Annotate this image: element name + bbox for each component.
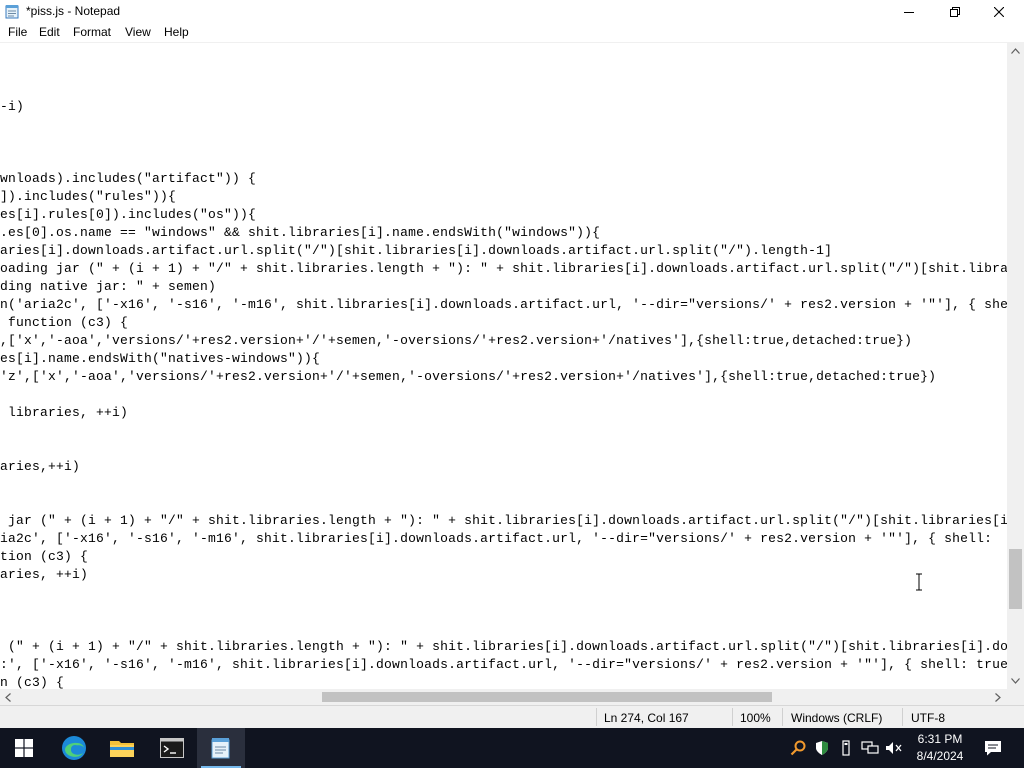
taskbar: 6:31 PM 8/4/2024: [0, 728, 1024, 768]
menu-view[interactable]: View: [125, 25, 151, 39]
status-divider: [782, 708, 783, 726]
edge-button[interactable]: [50, 728, 98, 768]
code-line: wnloads).includes("artifact")) {: [0, 171, 257, 186]
code-line: es[i].name.endsWith("natives-windows")){: [0, 351, 321, 366]
code-line: es[i].rules[0]).includes("os")){: [0, 207, 257, 222]
code-line: ia2c', ['-x16', '-s16', '-m16', shit.lib…: [0, 531, 993, 546]
notepad-icon: [5, 4, 19, 19]
start-button[interactable]: [0, 728, 48, 768]
edge-icon: [62, 736, 86, 760]
window-title: *piss.js - Notepad: [26, 4, 121, 18]
scroll-right-icon[interactable]: [992, 691, 1004, 703]
code-line: function (c3) {: [0, 315, 129, 330]
close-icon: [994, 6, 1004, 17]
status-bar: Ln 274, Col 167 100% Windows (CRLF) UTF-…: [0, 705, 1024, 728]
scroll-left-icon[interactable]: [2, 691, 14, 703]
close-button[interactable]: [976, 0, 1022, 23]
menu-file[interactable]: File: [8, 25, 27, 39]
scroll-down-icon[interactable]: [1010, 675, 1021, 686]
code-line: ding native jar: " + semen): [0, 279, 217, 294]
code-line: n (c3) {: [0, 675, 65, 690]
terminal-button[interactable]: [148, 728, 196, 768]
code-line: jar (" + (i + 1) + "/" + shit.libraries.…: [0, 513, 1007, 528]
line-ending: Windows (CRLF): [791, 711, 883, 725]
notification-center-icon[interactable]: [983, 738, 1003, 758]
text-cursor-icon: [914, 573, 924, 591]
encoding: UTF-8: [911, 711, 945, 725]
system-clock[interactable]: 6:31 PM 8/4/2024: [910, 731, 970, 765]
text-editor-area[interactable]: -i) wnloads).includes("artifact")) { ]).in…: [0, 42, 1007, 690]
restore-button[interactable]: [932, 0, 978, 23]
clock-time: 6:31 PM: [917, 732, 963, 746]
minimize-icon: [904, 11, 914, 13]
status-divider: [596, 708, 597, 726]
cursor-position: Ln 274, Col 167: [604, 711, 689, 725]
status-divider: [902, 708, 903, 726]
code-line: n('aria2c', ['-x16', '-s16', '-m16', shi…: [0, 297, 1007, 312]
menu-bar: File Edit Format View Help: [0, 23, 1024, 42]
code-line: .es[0].os.name == "windows" && shit.libr…: [0, 225, 601, 240]
vertical-scroll-thumb[interactable]: [1009, 549, 1022, 609]
security-shield-icon[interactable]: [813, 739, 831, 757]
code-line: oading jar (" + (i + 1) + "/" + shit.lib…: [0, 261, 1007, 276]
code-line: ]).includes("rules")){: [0, 189, 177, 204]
code-line: tion (c3) {: [0, 549, 89, 564]
horizontal-scrollbar[interactable]: [0, 689, 1007, 705]
vertical-scrollbar[interactable]: [1007, 42, 1024, 689]
file-explorer-button[interactable]: [98, 728, 146, 768]
zoom-level: 100%: [740, 711, 771, 725]
menu-edit[interactable]: Edit: [39, 25, 60, 39]
menu-format[interactable]: Format: [73, 25, 111, 39]
terminal-icon: [160, 738, 184, 758]
network-icon[interactable]: [861, 739, 879, 757]
code-line: ,['x','-aoa','versions/'+res2.version+'/…: [0, 333, 913, 348]
code-line: -i): [0, 99, 25, 114]
start-icon: [15, 739, 33, 757]
minimize-button[interactable]: [886, 0, 932, 23]
search-tray-icon[interactable]: [789, 739, 807, 757]
code-line: aries,++i): [0, 459, 81, 474]
scroll-up-icon[interactable]: [1010, 45, 1021, 56]
notepad-icon: [211, 738, 230, 759]
code-line: (" + (i + 1) + "/" + shit.libraries.leng…: [0, 639, 1007, 654]
title-bar: *piss.js - Notepad: [0, 0, 1024, 23]
restore-icon: [950, 6, 960, 17]
code-line: aries, ++i): [0, 567, 89, 582]
clock-date: 8/4/2024: [916, 749, 964, 763]
scrollbar-corner: [1007, 689, 1024, 705]
code-line: :', ['-x16', '-s16', '-m16', shit.librar…: [0, 657, 1007, 672]
horizontal-scroll-thumb[interactable]: [322, 692, 772, 702]
usb-device-icon[interactable]: [837, 739, 855, 757]
volume-muted-icon[interactable]: [885, 739, 903, 757]
code-line: aries[i].downloads.artifact.url.split("/…: [0, 243, 833, 258]
file-explorer-icon: [110, 741, 134, 757]
status-divider: [732, 708, 733, 726]
menu-help[interactable]: Help: [164, 25, 189, 39]
code-line: 'z',['x','-aoa','versions/'+res2.version…: [0, 369, 937, 384]
notepad-taskbar-button[interactable]: [197, 728, 245, 768]
code-line: libraries, ++i): [0, 405, 129, 420]
